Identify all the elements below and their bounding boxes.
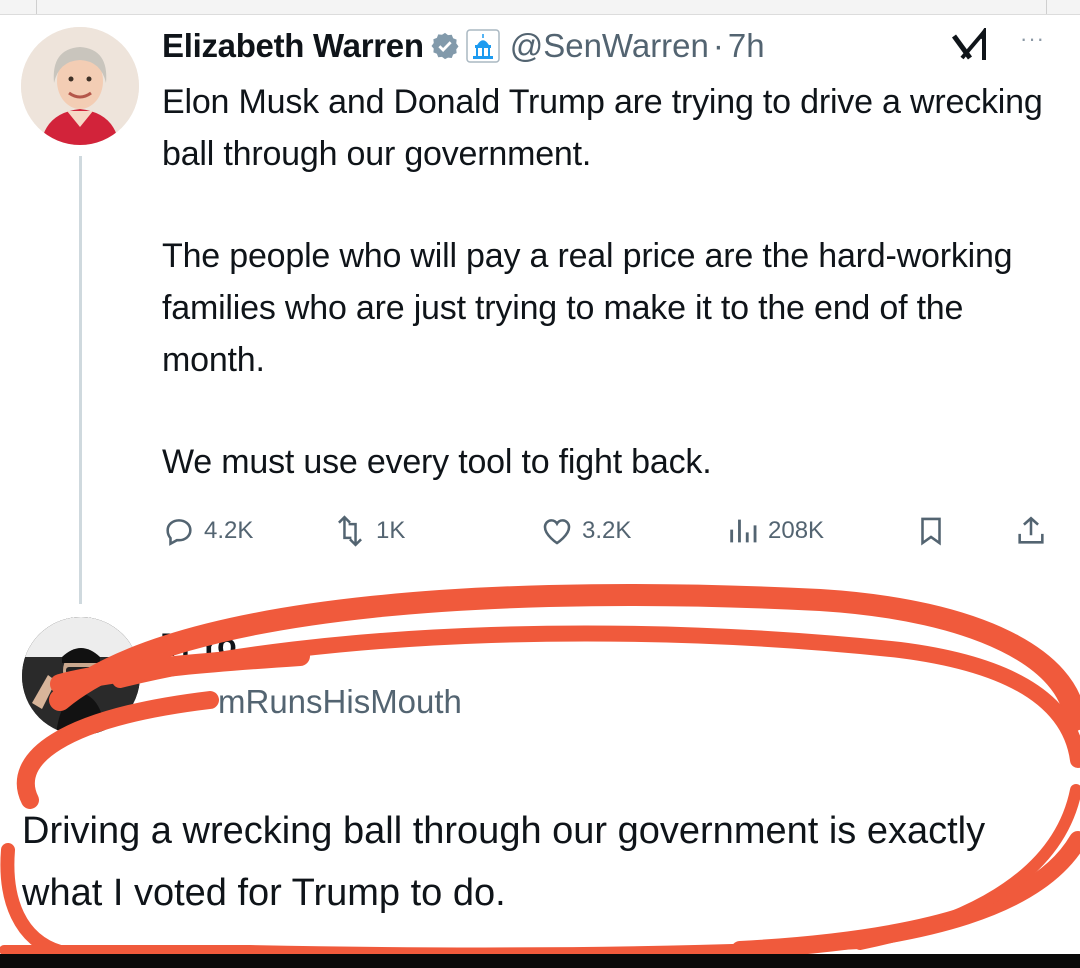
- tweet-paragraph-3: We must use every tool to fight back.: [162, 443, 712, 481]
- repost-icon: [338, 515, 362, 547]
- share-icon: [1018, 516, 1044, 544]
- author-name[interactable]: Elizabeth Warren: [162, 27, 424, 65]
- cropped-bottom-edge: [0, 954, 1080, 968]
- thread-connector-line: [79, 156, 82, 604]
- tweet-paragraph-1: Elon Musk and Donald Trump are trying to…: [162, 83, 1043, 173]
- bookmark-icon: [921, 517, 941, 546]
- header-separator: ·: [712, 27, 724, 64]
- like-button[interactable]: 3.2K: [540, 506, 631, 556]
- reply-avatar-image: [22, 617, 140, 735]
- grok-icon[interactable]: [950, 25, 992, 69]
- reply-author-name[interactable]: Ti Yo: [162, 632, 237, 658]
- reply-button[interactable]: 4.2K: [162, 506, 253, 556]
- reply-count: 4.2K: [204, 517, 254, 544]
- views-icon: [730, 519, 757, 543]
- reply-avatar[interactable]: [22, 617, 140, 735]
- reply-icon: [166, 519, 192, 546]
- like-count: 3.2K: [582, 517, 632, 544]
- view-count: 208K: [768, 517, 825, 544]
- tweet-paragraph-2: The people who will pay a real price are…: [162, 237, 1013, 379]
- repost-count: 1K: [376, 517, 406, 544]
- author-handle[interactable]: @SenWarren: [510, 27, 709, 65]
- views-button[interactable]: 208K: [726, 506, 824, 556]
- reply-text: Driving a wrecking ball through our gove…: [22, 810, 986, 914]
- capitol-icon: [465, 29, 500, 63]
- more-icon[interactable]: ···: [1020, 26, 1045, 52]
- heart-icon: [543, 519, 571, 545]
- verified-badge-icon: [430, 31, 460, 61]
- author-avatar[interactable]: [21, 27, 139, 145]
- tweet-timestamp[interactable]: 7h: [728, 27, 765, 65]
- bookmark-button[interactable]: [914, 506, 956, 556]
- share-button[interactable]: [1014, 506, 1056, 556]
- repost-button[interactable]: 1K: [332, 506, 405, 556]
- tweet-header: Elizabeth Warren @SenWarren · 7h ···: [162, 22, 1062, 70]
- tweet-action-bar: 4.2K 1K 3.2K 208K: [162, 506, 1062, 556]
- cropped-top-edge: [0, 0, 1080, 15]
- author-avatar-image: [21, 27, 139, 145]
- reply-author-handle[interactable]: mRunsHisMouth: [218, 680, 462, 724]
